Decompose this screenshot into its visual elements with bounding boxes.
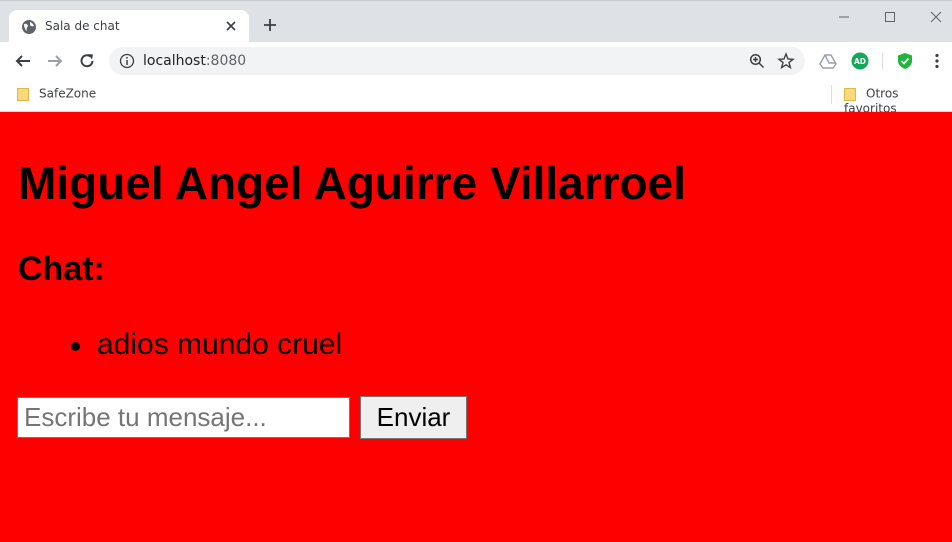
reload-icon[interactable] [78,52,96,70]
bookmark-label: SafeZone [39,86,97,101]
list-item: adios mundo cruel [0,325,342,365]
bookmark-safezone[interactable]: SafeZone [17,86,96,104]
bookmark-other-favorites[interactable]: Otros favoritos [844,86,952,115]
info-icon[interactable] [119,53,135,69]
adblock-icon[interactable]: AD [851,52,869,70]
drive-icon[interactable] [819,52,837,70]
menu-kebab-icon[interactable] [928,52,946,70]
maximize-icon[interactable] [882,9,898,25]
bookmarks-bar: SafeZone Otros favoritos [0,80,952,115]
message-list: adios mundo cruel [0,325,342,365]
back-arrow-icon[interactable] [14,52,32,70]
message-input[interactable] [17,397,350,438]
page-title: Miguel Angel Aguirre Villarroel [18,157,686,209]
folder-icon [844,87,856,101]
toolbar: localhost:8080 AD [0,42,952,80]
tab-strip: Sala de chat [0,0,952,43]
address-bar[interactable]: localhost:8080 [109,47,805,75]
zoom-icon[interactable] [749,53,765,69]
shield-check-icon[interactable] [896,52,914,70]
minimize-icon[interactable] [836,9,852,25]
page-content: Miguel Angel Aguirre Villarroel Chat: ad… [0,112,952,542]
new-tab-icon[interactable] [262,17,278,33]
url-host: localhost [143,53,206,69]
tab-active[interactable]: Sala de chat [9,10,249,43]
toolbar-divider [882,53,883,69]
send-button[interactable]: Enviar [360,396,467,439]
url-text[interactable]: localhost:8080 [143,53,246,69]
folder-icon [17,87,29,101]
bookmarks-divider [831,85,832,104]
url-port: :8080 [205,53,247,69]
chat-heading: Chat: [18,250,105,288]
browser-window: Sala de chat localhost:8080 AD SafeZone … [0,0,952,542]
svg-text:AD: AD [854,57,866,66]
close-icon[interactable] [223,18,239,34]
tab-title: Sala de chat [45,19,120,33]
bookmark-star-icon[interactable] [777,52,795,70]
globe-icon [22,20,36,34]
window-close-icon[interactable] [928,9,944,25]
forward-arrow-icon[interactable] [46,52,64,70]
